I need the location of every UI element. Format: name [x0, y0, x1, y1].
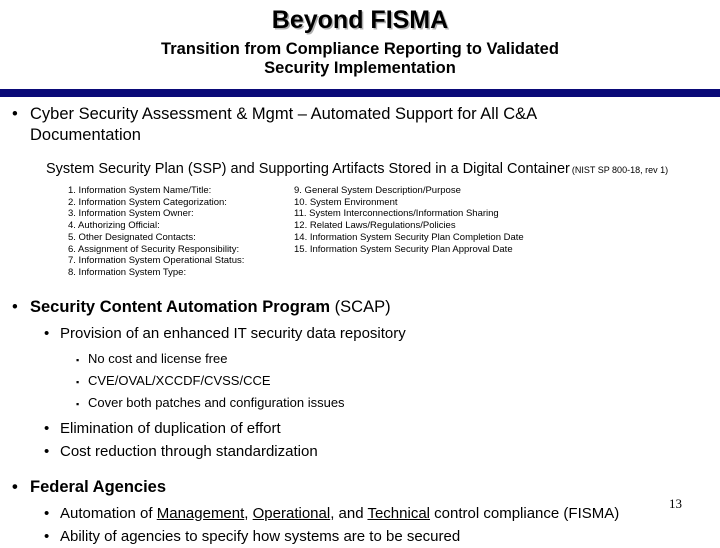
bullet-marker-icon: • — [44, 419, 50, 437]
ssp-item: 12. Related Laws/Regulations/Policies — [294, 220, 456, 232]
ssp-item: 5. Other Designated Contacts: — [68, 231, 196, 243]
bullet-scap-elimination: • Elimination of duplication of effort — [0, 417, 720, 440]
ssp-item: 4. Authorizing Official: — [68, 220, 160, 232]
bullet-square-marker-icon: ▪ — [76, 376, 80, 387]
bullet-scap-detail-label: No cost and license free — [88, 350, 228, 366]
ssp-item: 6. Assignment of Security Responsibility… — [68, 243, 240, 255]
bullet-scap-elimination-label: Elimination of duplication of effort — [60, 419, 281, 437]
bullet-scap-detail: ▪ CVE/OVAL/XCCDF/CVSS/CCE — [0, 370, 720, 392]
bullet-federal-agencies-label: Federal Agencies — [30, 477, 167, 496]
ssp-item: 1. Information System Name/Title: — [68, 185, 212, 196]
bullet-federal-automation: • Automation of Management, Operational, … — [0, 502, 720, 525]
bullet-marker-icon: • — [12, 105, 18, 123]
ssp-item: 14. Information System Security Plan Com… — [294, 231, 524, 243]
bullet-marker-icon: • — [44, 442, 50, 460]
bullet-square-marker-icon: ▪ — [76, 354, 80, 365]
ssp-item: 2. Information System Categorization: — [68, 196, 227, 208]
scap-detail-list: ▪ No cost and license free ▪ CVE/OVAL/XC… — [0, 348, 720, 414]
federal-automation-management: Management — [156, 504, 245, 522]
slide-header: Beyond FISMA Transition from Compliance … — [0, 0, 720, 89]
ssp-item: 10. System Environment — [294, 196, 398, 208]
federal-automation-operational: Operational — [252, 504, 331, 522]
bullet-scap-detail: ▪ No cost and license free — [0, 348, 720, 370]
federal-automation-text-3: , and — [330, 504, 368, 522]
title-divider-rule — [0, 89, 720, 97]
slide-body: • Cyber Security Assessment & Mgmt – Aut… — [0, 100, 720, 548]
federal-automation-text-1: Automation of — [60, 504, 157, 522]
bullet-scap-abbr: (SCAP) — [330, 297, 391, 316]
bullet-scap-cost-reduction-label: Cost reduction through standardization — [60, 442, 318, 460]
page-subtitle: Transition from Compliance Reporting to … — [0, 35, 720, 78]
page-subtitle-line-2: Security Implementation — [264, 59, 456, 77]
bullet-csam: • Cyber Security Assessment & Mgmt – Aut… — [0, 104, 720, 146]
bullet-marker-icon: • — [44, 527, 50, 545]
bullet-scap-detail: ▪ Cover both patches and configuration i… — [0, 392, 720, 414]
bullet-scap-repository: • Provision of an enhanced IT security d… — [0, 322, 720, 345]
ssp-nist-reference: (NIST SP 800-18, rev 1) — [571, 165, 669, 175]
bullet-marker-icon: • — [44, 504, 50, 522]
federal-automation-technical: Technical — [367, 504, 431, 522]
bullet-csam-line-2: Documentation — [30, 126, 141, 144]
ssp-item: 8. Information System Type: — [68, 266, 187, 278]
ssp-item: 3. Information System Owner: — [68, 208, 194, 220]
bullet-csam-line-1: Cyber Security Assessment & Mgmt – Autom… — [30, 105, 538, 123]
bullet-federal-ability-label: Ability of agencies to specify how syste… — [60, 527, 461, 545]
bullet-marker-icon: • — [12, 477, 18, 496]
page-subtitle-line-1: Transition from Compliance Reporting to … — [161, 40, 559, 58]
federal-automation-text-2: , — [244, 504, 253, 522]
ssp-item: 7. Information System Operational Status… — [68, 255, 245, 267]
bullet-federal-agencies: • Federal Agencies — [0, 477, 720, 498]
federal-automation-text-4: control compliance (FISMA) — [430, 504, 620, 522]
ssp-item: 11. System Interconnections/Information … — [294, 208, 499, 220]
ssp-column-left: 1. Information System Name/Title: 2. Inf… — [68, 185, 294, 279]
bullet-square-marker-icon: ▪ — [76, 398, 80, 409]
ssp-heading-text: System Security Plan (SSP) and Supportin… — [46, 161, 570, 177]
ssp-item-columns: 1. Information System Name/Title: 2. Inf… — [0, 185, 720, 279]
page-number: 13 — [669, 496, 682, 511]
page-title: Beyond FISMA — [271, 6, 449, 34]
bullet-scap-detail-label: Cover both patches and configuration iss… — [88, 394, 345, 410]
bullet-scap-repository-label: Provision of an enhanced IT security dat… — [60, 324, 406, 342]
bullet-marker-icon: • — [44, 324, 50, 342]
ssp-column-right: 9. General System Description/Purpose 10… — [294, 185, 634, 279]
ssp-item: 15. Information System Security Plan App… — [294, 243, 513, 255]
bullet-scap-name: Security Content Automation Program — [30, 297, 331, 316]
bullet-scap: • Security Content Automation Program (SC… — [0, 297, 720, 318]
bullet-scap-cost-reduction: • Cost reduction through standardization — [0, 440, 720, 463]
bullet-scap-detail-label: CVE/OVAL/XCCDF/CVSS/CCE — [88, 372, 271, 388]
ssp-item: 9. General System Description/Purpose — [294, 185, 461, 196]
bullet-marker-icon: • — [12, 297, 18, 316]
bullet-federal-ability: • Ability of agencies to specify how sys… — [0, 525, 720, 548]
ssp-heading: System Security Plan (SSP) and Supportin… — [0, 160, 720, 179]
